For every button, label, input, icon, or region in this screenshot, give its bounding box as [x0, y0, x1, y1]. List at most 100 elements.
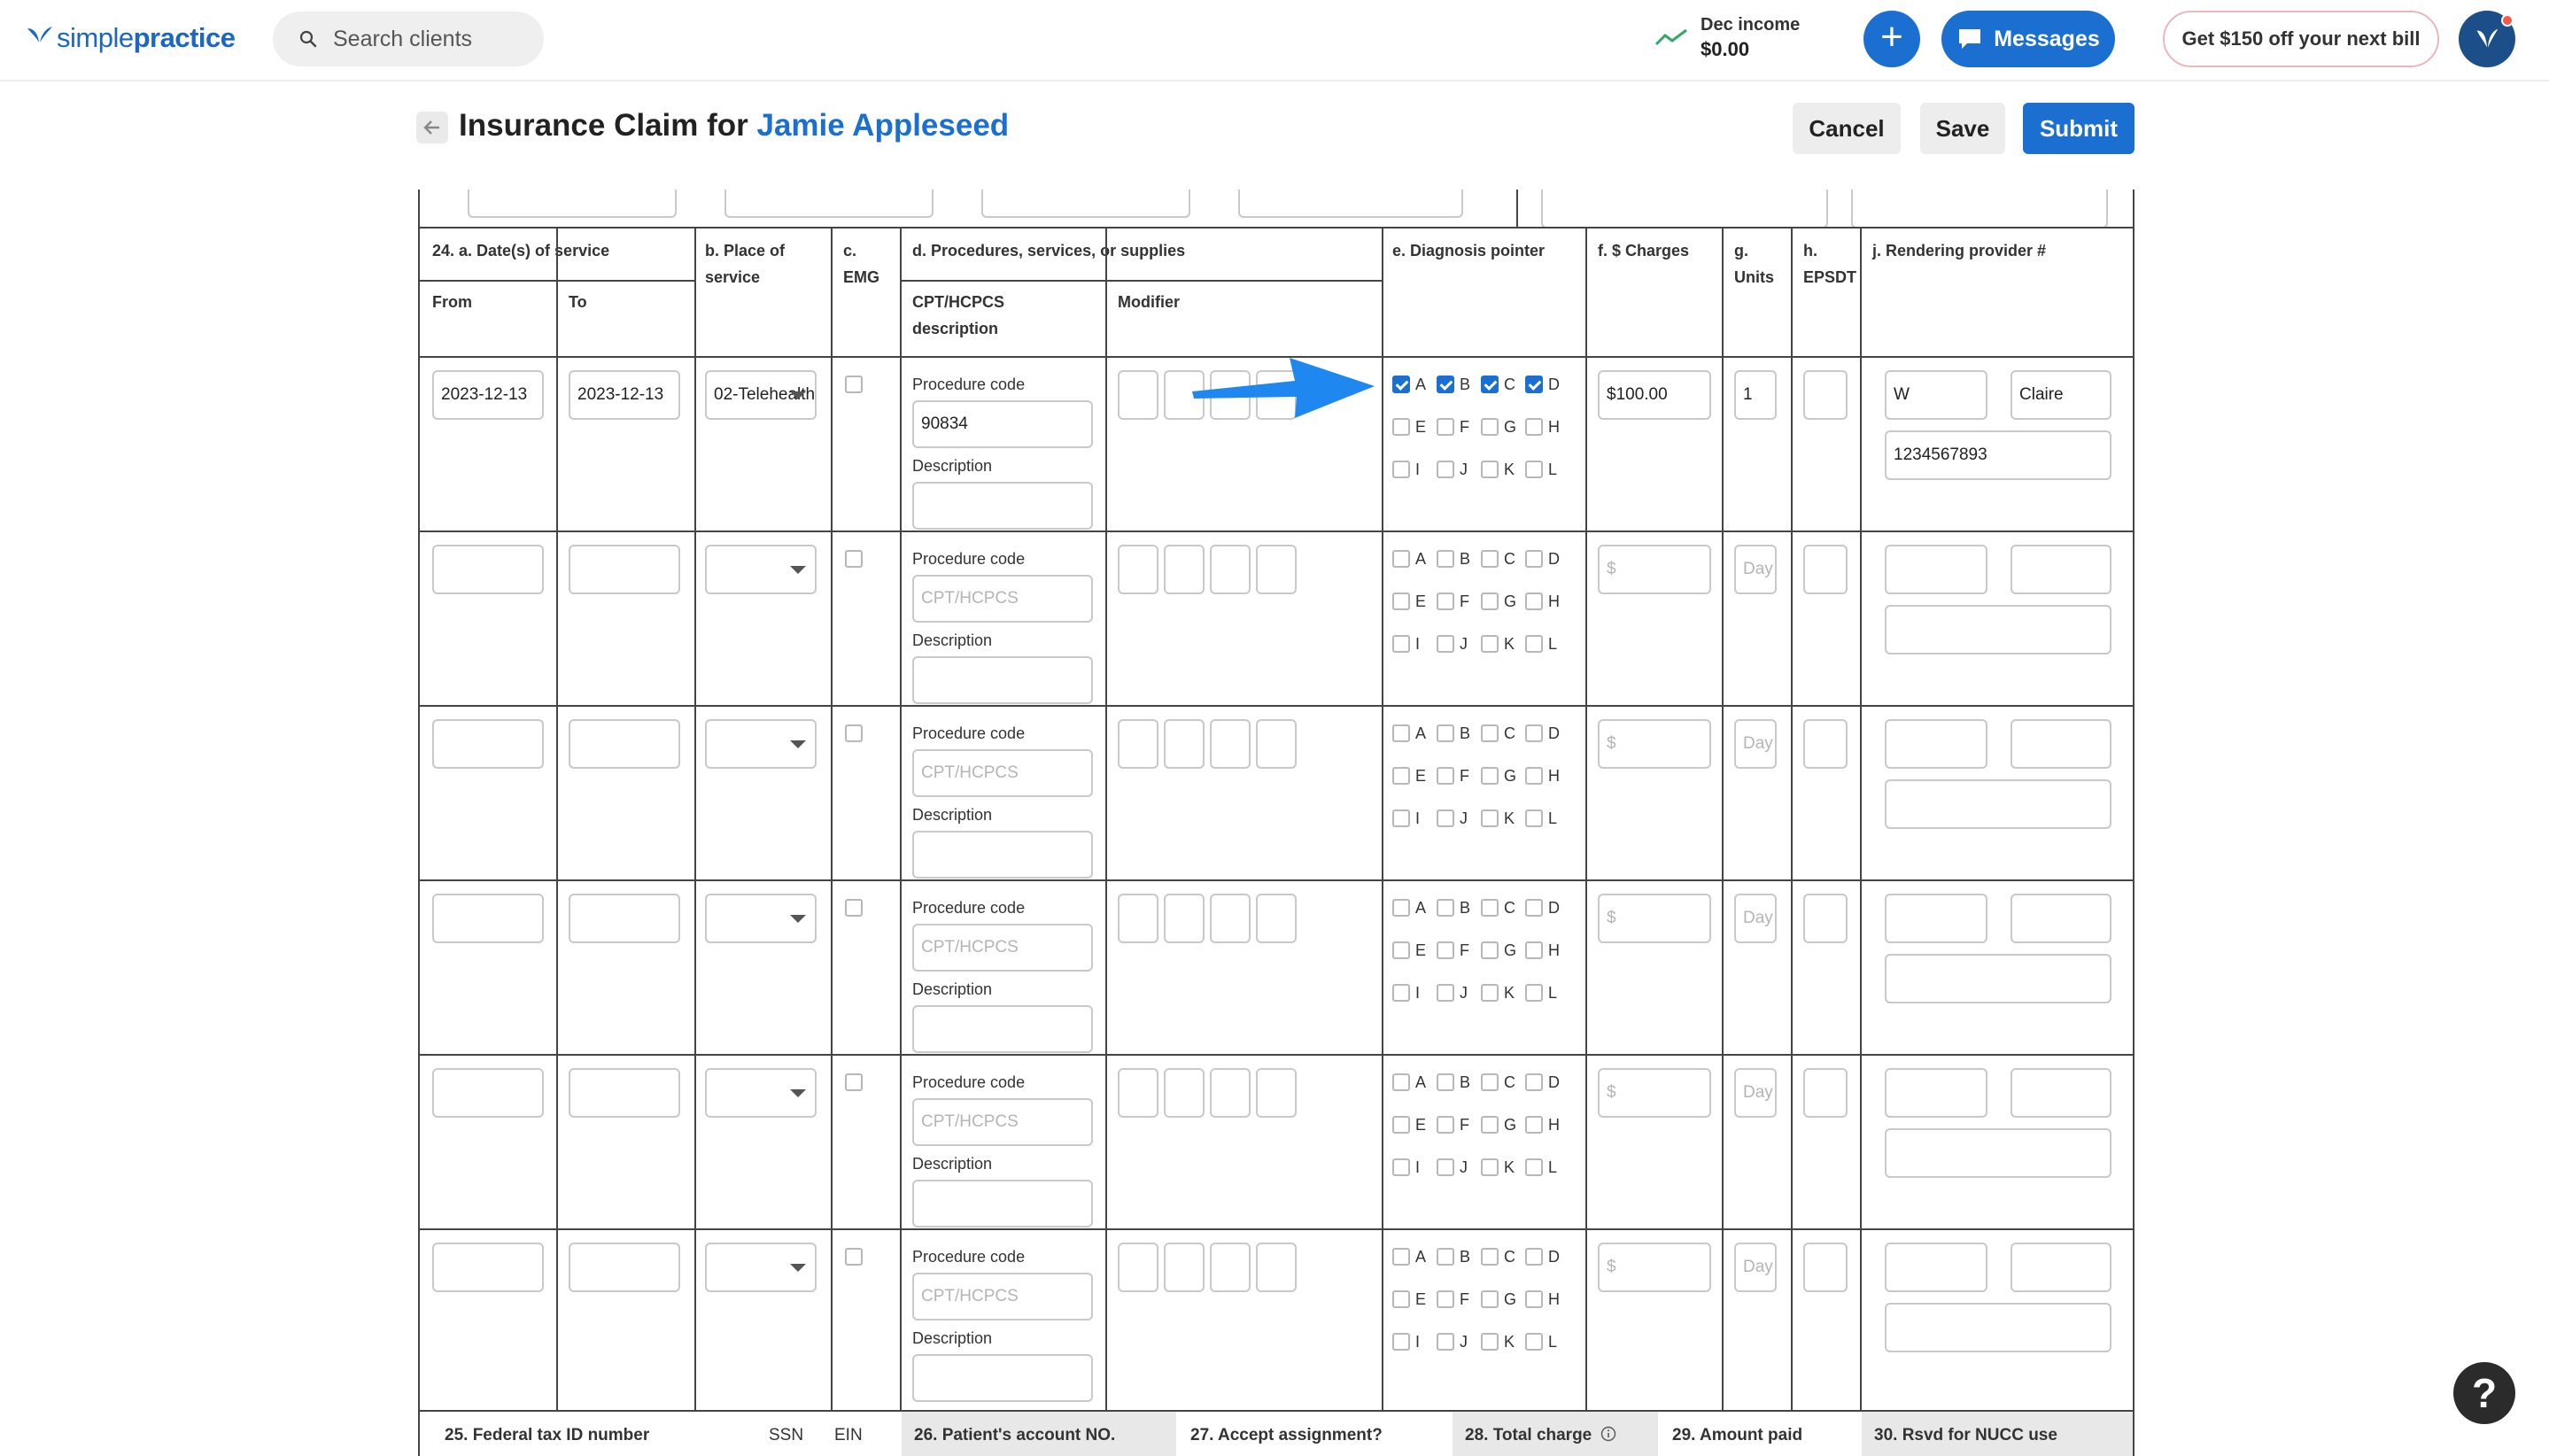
modifier-input[interactable] — [1256, 1068, 1297, 1118]
scrolled-field-2[interactable] — [724, 190, 934, 218]
save-button[interactable]: Save — [1920, 103, 2005, 154]
client-name-link[interactable]: Jamie Appleseed — [757, 108, 1010, 143]
description-input[interactable] — [912, 482, 1093, 530]
avatar[interactable] — [2459, 11, 2515, 67]
pointer-checkbox-g[interactable] — [1481, 1290, 1499, 1308]
provider-npi-input[interactable] — [1885, 954, 2111, 1003]
pointer-checkbox-h[interactable] — [1525, 941, 1543, 959]
epsdt-input[interactable] — [1803, 545, 1848, 594]
emg-checkbox[interactable] — [845, 1248, 863, 1266]
charges-input[interactable]: $ — [1598, 719, 1711, 769]
pointer-checkbox-k[interactable] — [1481, 1158, 1499, 1176]
modifier-input[interactable] — [1210, 719, 1251, 769]
search-box[interactable] — [273, 12, 544, 66]
pointer-checkbox-c[interactable] — [1481, 376, 1499, 393]
pointer-checkbox-i[interactable] — [1392, 635, 1410, 653]
provider-last-input[interactable] — [2011, 1243, 2111, 1292]
pointer-checkbox-e[interactable] — [1392, 592, 1410, 610]
units-input[interactable]: 1 — [1734, 370, 1777, 420]
pointer-checkbox-b[interactable] — [1437, 899, 1454, 917]
pointer-checkbox-c[interactable] — [1481, 1248, 1499, 1266]
modifier-input[interactable] — [1118, 545, 1158, 594]
pointer-checkbox-b[interactable] — [1437, 724, 1454, 742]
epsdt-input[interactable] — [1803, 719, 1848, 769]
modifier-input[interactable] — [1210, 1068, 1251, 1118]
pointer-checkbox-g[interactable] — [1481, 592, 1499, 610]
provider-npi-input[interactable] — [1885, 1128, 2111, 1178]
pointer-checkbox-j[interactable] — [1437, 1158, 1454, 1176]
units-input[interactable]: Day — [1734, 719, 1777, 769]
emg-checkbox[interactable] — [845, 550, 863, 568]
description-input[interactable] — [912, 831, 1093, 879]
description-input[interactable] — [912, 1005, 1093, 1053]
pointer-checkbox-j[interactable] — [1437, 809, 1454, 827]
pointer-checkbox-a[interactable] — [1392, 1073, 1410, 1091]
ssn-option[interactable]: SSN — [769, 1426, 803, 1445]
pointer-checkbox-d[interactable] — [1525, 1248, 1543, 1266]
scrolled-field-3[interactable] — [981, 190, 1190, 218]
pointer-checkbox-g[interactable] — [1481, 418, 1499, 436]
modifier-input[interactable] — [1256, 1243, 1297, 1292]
date-from-input[interactable]: 2023-12-13 — [432, 370, 544, 420]
provider-npi-input[interactable]: 1234567893 — [1885, 430, 2111, 480]
pointer-checkbox-k[interactable] — [1481, 461, 1499, 478]
pointer-checkbox-d[interactable] — [1525, 376, 1543, 393]
simplepractice-logo[interactable]: simplepractice — [25, 19, 236, 57]
provider-first-input[interactable] — [1885, 545, 1987, 594]
pointer-checkbox-g[interactable] — [1481, 941, 1499, 959]
pointer-checkbox-j[interactable] — [1437, 461, 1454, 478]
place-of-service-select[interactable] — [705, 1243, 817, 1292]
modifier-input[interactable] — [1210, 1243, 1251, 1292]
provider-first-input[interactable] — [1885, 894, 1987, 943]
provider-last-input[interactable] — [2011, 719, 2111, 769]
pointer-checkbox-l[interactable] — [1525, 635, 1543, 653]
pointer-checkbox-i[interactable] — [1392, 1333, 1410, 1351]
procedure-code-input[interactable]: CPT/HCPCS — [912, 924, 1093, 972]
pointer-checkbox-h[interactable] — [1525, 592, 1543, 610]
pointer-checkbox-d[interactable] — [1525, 899, 1543, 917]
pointer-checkbox-a[interactable] — [1392, 376, 1410, 393]
procedure-code-input[interactable]: CPT/HCPCS — [912, 1098, 1093, 1146]
pointer-checkbox-j[interactable] — [1437, 1333, 1454, 1351]
provider-npi-input[interactable] — [1885, 779, 2111, 829]
pointer-checkbox-i[interactable] — [1392, 809, 1410, 827]
pointer-checkbox-e[interactable] — [1392, 1116, 1410, 1134]
date-to-input[interactable]: 2023-12-13 — [569, 370, 680, 420]
pointer-checkbox-d[interactable] — [1525, 724, 1543, 742]
modifier-input[interactable] — [1118, 719, 1158, 769]
pointer-checkbox-h[interactable] — [1525, 1290, 1543, 1308]
scrolled-field-1[interactable] — [468, 190, 677, 218]
scrolled-field-5[interactable] — [1541, 190, 1828, 228]
units-input[interactable]: Day — [1734, 545, 1777, 594]
date-from-input[interactable] — [432, 1243, 544, 1292]
promo-button[interactable]: Get $150 off your next bill — [2163, 11, 2439, 67]
pointer-checkbox-h[interactable] — [1525, 767, 1543, 785]
place-of-service-select[interactable] — [705, 1068, 817, 1118]
search-input[interactable] — [333, 26, 528, 52]
procedure-code-input[interactable]: CPT/HCPCS — [912, 749, 1093, 797]
emg-checkbox[interactable] — [845, 899, 863, 917]
date-to-input[interactable] — [569, 1243, 680, 1292]
pointer-checkbox-h[interactable] — [1525, 418, 1543, 436]
pointer-checkbox-d[interactable] — [1525, 550, 1543, 568]
provider-first-input[interactable] — [1885, 1068, 1987, 1118]
pointer-checkbox-e[interactable] — [1392, 767, 1410, 785]
provider-npi-input[interactable] — [1885, 1303, 2111, 1352]
modifier-input[interactable] — [1118, 894, 1158, 943]
description-input[interactable] — [912, 1354, 1093, 1402]
pointer-checkbox-l[interactable] — [1525, 1333, 1543, 1351]
pointer-checkbox-f[interactable] — [1437, 1116, 1454, 1134]
place-of-service-select[interactable] — [705, 894, 817, 943]
modifier-input[interactable] — [1256, 894, 1297, 943]
modifier-input[interactable] — [1256, 719, 1297, 769]
provider-first-input[interactable] — [1885, 719, 1987, 769]
modifier-input[interactable] — [1164, 1243, 1205, 1292]
modifier-input[interactable] — [1210, 894, 1251, 943]
info-icon[interactable] — [1600, 1426, 1616, 1442]
pointer-checkbox-l[interactable] — [1525, 1158, 1543, 1176]
submit-button[interactable]: Submit — [2023, 103, 2134, 154]
charges-input[interactable]: $ — [1598, 1068, 1711, 1118]
pointer-checkbox-c[interactable] — [1481, 724, 1499, 742]
pointer-checkbox-e[interactable] — [1392, 418, 1410, 436]
modifier-input[interactable] — [1164, 545, 1205, 594]
